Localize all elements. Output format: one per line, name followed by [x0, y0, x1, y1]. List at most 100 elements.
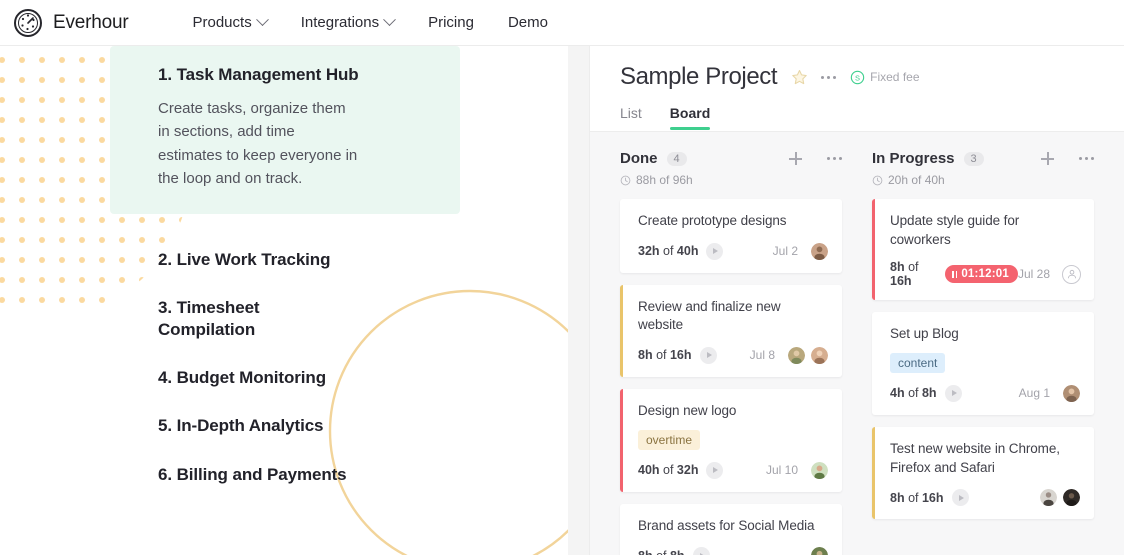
dollar-circle-icon: S — [850, 70, 865, 84]
task-hours-total: 16h — [890, 274, 912, 289]
project-title-row: Sample Project S Fixed fee — [620, 63, 1124, 91]
task-hours-done: 4h — [890, 386, 905, 401]
feature-item-4[interactable]: 4. Budget Monitoring — [110, 354, 460, 402]
feature-item-1[interactable]: 1. Task Management Hub Create tasks, org… — [110, 46, 460, 215]
timer-value: 01:12:01 — [961, 268, 1009, 281]
feature-item-6[interactable]: 6. Billing and Payments — [110, 451, 460, 499]
clock-icon — [872, 175, 883, 185]
column-more-icon[interactable] — [827, 157, 842, 160]
nav-item-label: Integrations — [300, 14, 380, 31]
task-title: Update style guide for coworkers — [890, 213, 1020, 247]
start-timer-icon[interactable] — [706, 242, 724, 260]
avatar[interactable] — [787, 345, 806, 365]
column-title: Done — [620, 150, 658, 167]
task-hours: 8h of 16h — [638, 348, 692, 362]
task-hours-done: 8h — [638, 549, 653, 555]
task-card[interactable]: Set up Blog content 4h of 8h Aug 1 — [872, 312, 1094, 415]
task-footer: 8h of 8h — [638, 546, 829, 555]
task-card[interactable]: Update style guide for coworkers 8h of 1… — [872, 199, 1094, 301]
feature-title: 1. Task Management Hub — [158, 65, 359, 84]
feature-item-2[interactable]: 2. Live Work Tracking — [110, 236, 460, 284]
task-meta: Jul 2 — [773, 241, 829, 261]
add-task-icon[interactable] — [1041, 152, 1054, 165]
task-title: Test new website in Chrome, Firefox and … — [890, 440, 1060, 475]
avatar[interactable] — [1062, 488, 1081, 508]
task-title: Create prototype designs — [638, 213, 787, 228]
task-hours: 8h of 8h — [638, 549, 685, 555]
avatar-placeholder-icon[interactable] — [1062, 264, 1081, 284]
hours-separator: of — [653, 549, 670, 555]
task-meta: Jul 10 — [765, 460, 829, 480]
avatar[interactable] — [810, 546, 829, 555]
column-hours: 20h of 40h — [872, 173, 1094, 187]
feature-description: Create tasks, organize them in sections,… — [158, 100, 358, 187]
avatar[interactable] — [1062, 383, 1081, 403]
task-footer: 8h of 16h 01:12:01 Jul 28 — [890, 260, 1081, 288]
nav-item-integrations[interactable]: Integrations — [300, 13, 396, 31]
task-hours: 4h of 8h — [890, 386, 937, 400]
task-hours: 32h of 40h — [638, 244, 698, 258]
assignee-avatars — [806, 241, 829, 261]
avatar[interactable] — [810, 241, 829, 261]
feature-title: 4. Budget Monitoring — [158, 368, 326, 388]
feature-item-5[interactable]: 5. In-Depth Analytics — [110, 402, 460, 450]
task-tag[interactable]: overtime — [638, 429, 701, 450]
hours-separator: of — [659, 244, 677, 259]
task-title: Set up Blog — [890, 326, 959, 342]
nav-item-products[interactable]: Products — [193, 13, 269, 31]
task-hours-total: 40h — [676, 244, 699, 259]
task-meta: Jul 28 — [1018, 264, 1081, 284]
task-date: Jul 10 — [765, 463, 798, 477]
card-list: Create prototype designs 32h of 40h Jul … — [620, 199, 842, 555]
star-outline-icon[interactable] — [790, 68, 809, 87]
task-hours-done: 8h — [890, 490, 905, 505]
everhour-clock-logo-icon — [14, 8, 42, 37]
feature-item-3[interactable]: 3. Timesheet Compilation — [110, 284, 460, 354]
task-card[interactable]: Create prototype designs 32h of 40h Jul … — [620, 199, 842, 273]
task-hours-done: 32h — [638, 244, 660, 259]
task-card[interactable]: Brand assets for Social Media 8h of 8h — [620, 503, 842, 555]
nav-item-demo[interactable]: Demo — [508, 14, 548, 31]
feature-title: 6. Billing and Payments — [158, 464, 347, 484]
task-card[interactable]: Review and finalize new website 8h of 16… — [620, 284, 842, 377]
chevron-down-icon — [383, 13, 396, 27]
task-hours: 40h of 32h — [638, 463, 698, 477]
page-title: Sample Project — [620, 63, 778, 90]
card-list: Update style guide for coworkers 8h of 1… — [872, 199, 1094, 520]
pane-divider — [568, 46, 590, 555]
app-preview-panel: Sample Project S Fixed fee List Board Do… — [590, 46, 1124, 555]
kanban-board: Done 4 88h of 96h Create prototype desig… — [590, 132, 1124, 555]
task-hours: 8h of 16h — [890, 260, 937, 288]
start-timer-icon[interactable] — [692, 547, 710, 555]
clock-icon — [620, 175, 631, 185]
task-title: Design new logo — [638, 402, 737, 418]
nav-item-pricing[interactable]: Pricing — [428, 14, 474, 31]
project-more-icon[interactable] — [821, 75, 837, 79]
column-header: In Progress 3 — [872, 150, 1094, 167]
start-timer-icon[interactable] — [699, 346, 717, 364]
task-card[interactable]: Test new website in Chrome, Firefox and … — [872, 426, 1094, 520]
task-title: Brand assets for Social Media — [638, 517, 815, 533]
column-hours-text: 88h of 96h — [636, 173, 693, 187]
column-actions — [789, 152, 842, 165]
tab-board[interactable]: Board — [669, 105, 711, 130]
task-card[interactable]: Design new logo overtime 40h of 32h Jul … — [620, 388, 842, 492]
running-timer-badge[interactable]: 01:12:01 — [945, 265, 1018, 284]
task-meta: Jul 8 — [750, 345, 829, 365]
start-timer-icon[interactable] — [951, 489, 969, 507]
avatar[interactable] — [1039, 488, 1058, 508]
tab-list[interactable]: List — [620, 105, 642, 129]
task-tag[interactable]: content — [890, 352, 946, 373]
nav-links: Products Integrations Pricing Demo — [193, 13, 582, 31]
column-more-icon[interactable] — [1079, 157, 1094, 160]
hours-separator: of — [659, 463, 677, 477]
assignee-avatars — [783, 345, 829, 365]
start-timer-icon[interactable] — [944, 384, 962, 402]
column-hours-text: 20h of 40h — [888, 173, 945, 187]
column-title: In Progress — [872, 150, 955, 167]
avatar[interactable] — [810, 460, 829, 480]
start-timer-icon[interactable] — [706, 461, 724, 479]
add-task-icon[interactable] — [789, 152, 802, 165]
brand-logo-link[interactable]: Everhour — [13, 8, 129, 38]
avatar[interactable] — [810, 345, 829, 365]
